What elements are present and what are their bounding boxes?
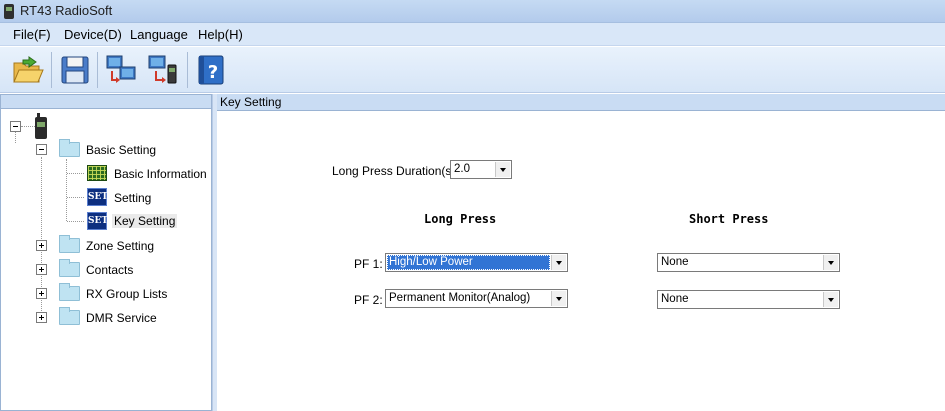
pf2-short-press-select[interactable]: None [657,290,840,309]
title-bar[interactable]: RT43 RadioSoft [0,0,945,23]
tree-connector [67,197,84,198]
radio-icon[interactable] [35,113,47,139]
content-header: Key Setting [217,94,945,111]
open-folder-icon[interactable] [11,53,45,87]
folder-icon [59,307,80,325]
tree-item-basic-information[interactable]: Basic Information [114,167,207,181]
menu-help[interactable]: Help(H) [198,27,243,42]
tree-pane-header [1,95,211,109]
toolbar-separator [187,52,188,88]
toolbar-separator [97,52,98,88]
pf2-long-press-select[interactable]: Permanent Monitor(Analog) [385,289,568,308]
tree-item-zone-setting[interactable]: Zone Setting [86,239,154,253]
read-from-radio-icon[interactable] [104,53,138,87]
tree-root-collapse[interactable] [10,121,21,132]
toolbar-separator [51,52,52,88]
content-header-title: Key Setting [220,95,282,109]
help-icon[interactable]: ? [195,53,229,87]
folder-icon [59,235,80,253]
tree-pane[interactable]: Basic Setting Basic Information SET Sett… [0,94,212,411]
pf1-short-press-value: None [661,256,689,268]
folder-icon [59,139,80,157]
set-icon: SET [87,188,108,206]
tree-item-basic-setting[interactable]: Basic Setting [86,143,156,157]
menu-bar: File(F) Device(D) Language Help(H) [0,23,945,46]
pf1-long-press-select[interactable]: High/Low Power [385,253,568,272]
tree-connector [67,221,84,222]
folder-icon [59,259,80,277]
pf2-short-press-value: None [661,293,689,305]
info-grid-icon [87,165,107,181]
app-radio-icon [4,4,14,19]
menu-language[interactable]: Language [130,27,188,42]
chevron-down-icon[interactable] [823,292,838,307]
tree-item-setting[interactable]: Setting [114,191,151,205]
chevron-down-icon[interactable] [823,255,838,270]
pf1-label: PF 1: [354,257,383,271]
tree-connector [67,173,84,174]
pf1-short-press-select[interactable]: None [657,253,840,272]
toolbar: ? [0,47,945,93]
dmr-service-expand[interactable] [36,312,47,323]
folder-icon [59,283,80,301]
long-press-duration-value: 2.0 [454,163,470,175]
chevron-down-icon[interactable] [495,162,510,177]
tree-connector [15,131,16,143]
short-press-heading: Short Press [689,212,769,226]
pf1-long-press-value: High/Low Power [387,255,550,270]
key-setting-panel: Long Press Duration(s): 2.0 Long Press S… [217,111,945,411]
basic-setting-collapse[interactable] [36,144,47,155]
tree-item-key-setting[interactable]: Key Setting [112,214,178,228]
rx-group-lists-expand[interactable] [36,288,47,299]
long-press-heading: Long Press [424,212,497,226]
menu-file[interactable]: File(F) [13,27,51,42]
chevron-down-icon[interactable] [551,255,566,270]
pf2-long-press-value: Permanent Monitor(Analog) [389,292,531,304]
tree-connector [21,126,35,127]
long-press-duration-label: Long Press Duration(s): [332,164,459,178]
contacts-expand[interactable] [36,264,47,275]
set-icon: SET [87,212,108,230]
tree-connector [66,159,67,221]
tree-item-rx-group-lists[interactable]: RX Group Lists [86,287,167,301]
svg-text:?: ? [208,62,218,83]
zone-setting-expand[interactable] [36,240,47,251]
tree-item-dmr-service[interactable]: DMR Service [86,311,157,325]
window-title: RT43 RadioSoft [20,3,113,18]
pf2-label: PF 2: [354,293,383,307]
menu-device[interactable]: Device(D) [64,27,122,42]
tree-item-contacts[interactable]: Contacts [86,263,133,277]
write-to-radio-icon[interactable] [146,53,180,87]
chevron-down-icon[interactable] [551,291,566,306]
long-press-duration-select[interactable]: 2.0 [450,160,512,179]
save-disk-icon[interactable] [58,53,92,87]
